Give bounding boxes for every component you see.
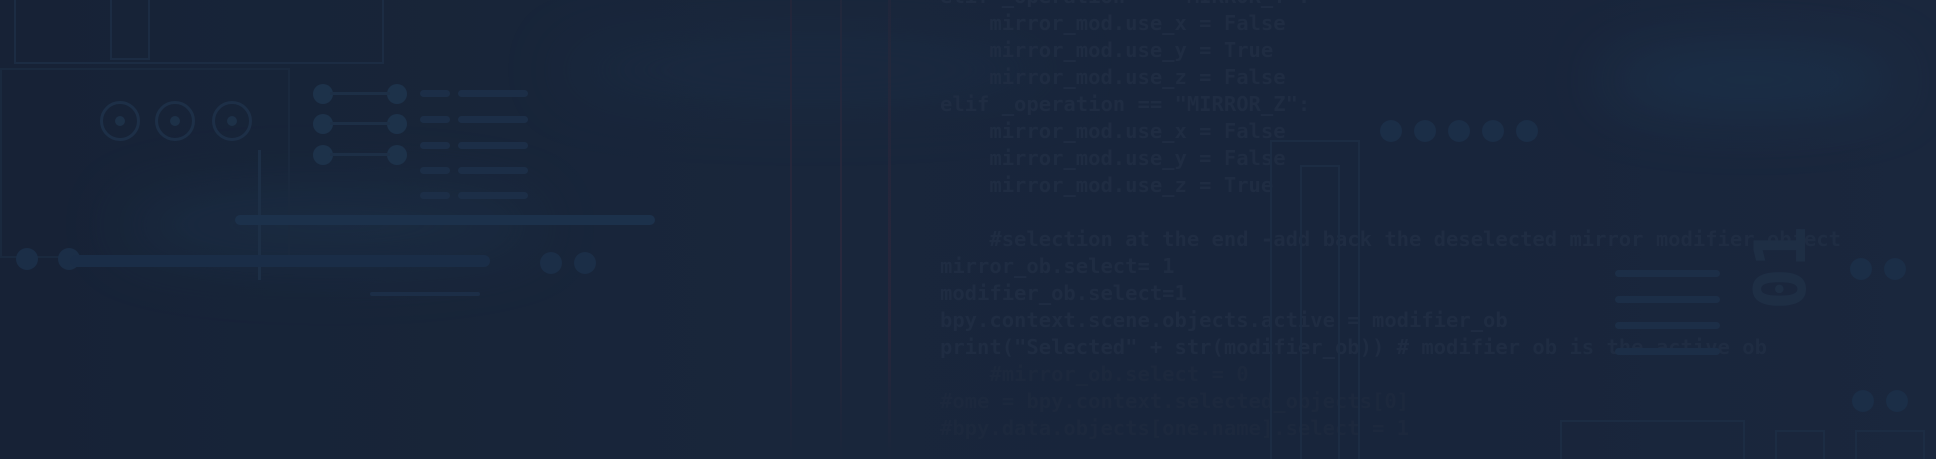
hero-banner-background: elif _operation == "MIRROR_Y": mirror_mo…: [0, 0, 1936, 459]
dark-overlay: [0, 0, 1936, 459]
